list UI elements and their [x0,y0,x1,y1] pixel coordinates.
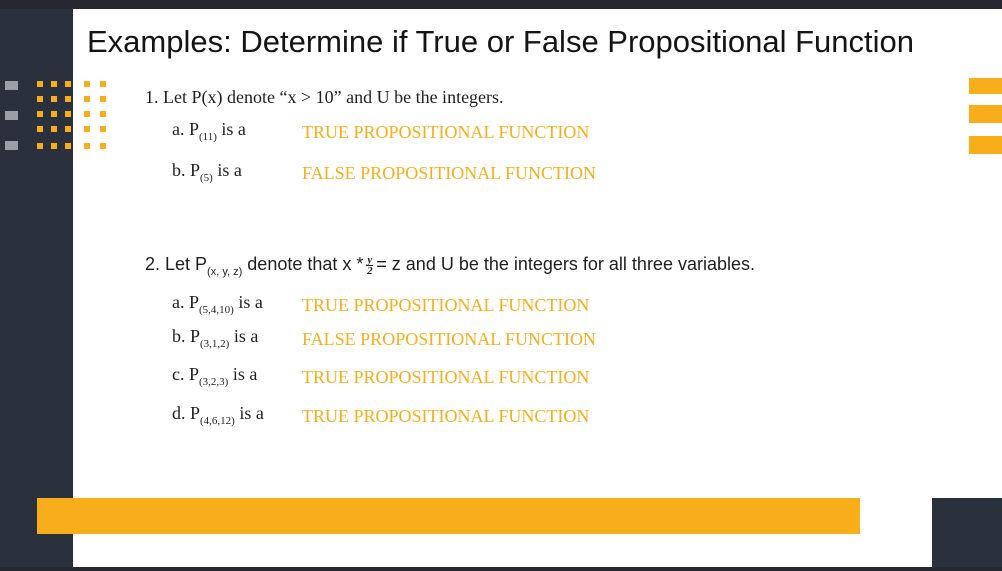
accent-dot [51,96,57,102]
accent-dot [65,96,71,102]
grey-dot [5,81,18,90]
example-2-answer-b: FALSE PROPOSITIONAL FUNCTION [302,329,597,349]
item-prefix: a. P [172,292,199,312]
accent-dot [37,96,43,102]
item-subscript: (3,1,2) [200,338,230,350]
item-prefix: d. P [172,403,201,423]
accent-dot [84,126,90,132]
accent-dot [100,143,106,149]
accent-dot [100,126,106,132]
item-prefix: b. P [172,160,201,180]
example-1-intro: 1. Let P(x) denote “x > 10” and U be the… [145,87,504,107]
example-1-answer-b: FALSE PROPOSITIONAL FUNCTION [302,163,597,183]
top-border [0,0,1002,9]
item-subscript: (4,6,12) [200,415,235,427]
accent-dot [37,111,43,117]
fraction: y2 [366,254,374,277]
accent-dot [65,126,71,132]
item-prefix: c. P [172,364,199,384]
example-1-item-b: b. P(5) is a [172,160,242,184]
example-2-answer-a: TRUE PROPOSITIONAL FUNCTION [302,295,590,315]
item-subscript: (5,4,10) [199,304,234,316]
item-subscript: (11) [199,131,217,143]
item-suffix: is a [233,326,259,346]
example-1-answer-a: TRUE PROPOSITIONAL FUNCTION [302,122,590,142]
item-prefix: a. P [172,119,199,139]
item-suffix: is a [238,292,263,312]
example-2-item-d: d. P(4,6,12) is a [172,403,264,427]
fraction-denominator: 2 [367,264,373,277]
accent-dot [84,111,90,117]
bottom-right-dark-block [932,498,1002,571]
example-2-item-b: b. P(3,1,2) is a [172,326,258,350]
item-subscript: (3,2,3) [199,376,229,388]
accent-dot [84,81,90,87]
item-suffix: is a [221,119,246,139]
example-2-answer-d: TRUE PROPOSITIONAL FUNCTION [302,406,590,426]
accent-dot [51,111,57,117]
accent-stripe [969,78,1002,94]
left-dark-panel [0,9,73,571]
bottom-accent-bar [37,498,860,534]
grey-dot [5,111,18,120]
accent-dot [100,96,106,102]
accent-stripe [969,105,1002,123]
intro-subscript: (x, y, z) [207,266,243,278]
accent-dot [65,143,71,149]
accent-dot [51,143,57,149]
item-suffix: is a [217,160,242,180]
item-prefix: b. P [172,326,201,346]
intro-post: = z and U be the integers for all three … [376,254,755,274]
item-subscript: (5) [200,172,213,184]
accent-stripe [969,136,1002,154]
accent-dot [100,81,106,87]
accent-dot [37,143,43,149]
example-1-item-a: a. P(11) is a [172,119,246,143]
accent-dot [37,126,43,132]
accent-dot [37,81,43,87]
accent-dot [84,96,90,102]
item-suffix: is a [239,403,264,423]
accent-dot [65,81,71,87]
bottom-border [0,567,1002,571]
accent-dot [51,81,57,87]
grey-dot [5,141,18,150]
slide-title: Examples: Determine if True or False Pro… [87,24,915,59]
example-2-intro: 2. Let P(x, y, z) denote that x * y 2 = z a… [145,254,755,278]
example-2-item-a: a. P(5,4,10) is a [172,292,263,316]
example-2-item-c: c. P(3,2,3) is a [172,364,257,388]
example-2-answer-c: TRUE PROPOSITIONAL FUNCTION [302,367,590,387]
intro-mid: denote that x * [247,254,364,274]
accent-dot [51,126,57,132]
accent-dot [65,111,71,117]
accent-dot [100,111,106,117]
accent-dot [84,143,90,149]
intro-pre: 2. Let P [145,254,208,274]
item-suffix: is a [232,364,258,384]
